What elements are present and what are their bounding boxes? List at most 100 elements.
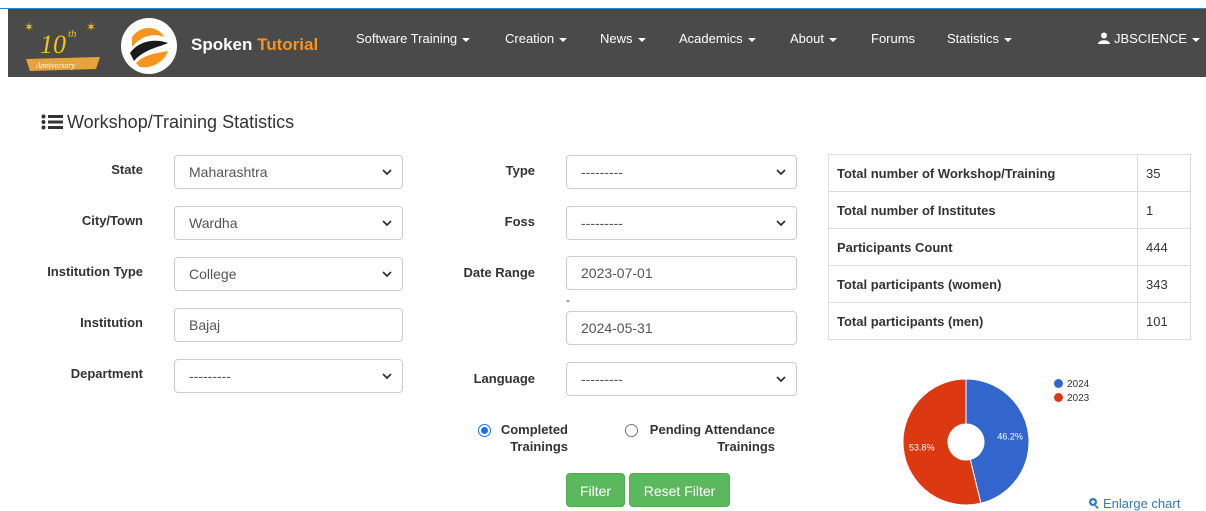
caret-down-icon [747, 37, 756, 42]
stat-label: Total number of Institutes [828, 191, 1138, 229]
chevron-down-icon [776, 169, 786, 176]
input-value: Bajaj [189, 317, 221, 333]
reset-filter-button[interactable]: Reset Filter [629, 473, 730, 507]
input-value: 2023-07-01 [581, 265, 653, 281]
table-row: Total participants (men) 101 [828, 302, 1191, 340]
caret-down-icon [1191, 37, 1200, 42]
nav-academics[interactable]: Academics [679, 31, 756, 46]
stat-label: Total participants (men) [828, 302, 1138, 340]
nav-label: Academics [679, 31, 743, 46]
department-select[interactable]: --------- [174, 359, 403, 393]
chart-legend: 2024 2023 [1054, 378, 1089, 406]
select-value: --------- [581, 215, 623, 231]
caret-down-icon [462, 37, 471, 42]
user-icon [1098, 32, 1110, 44]
chevron-down-icon [776, 376, 786, 383]
caret-down-icon [637, 37, 646, 42]
foss-select[interactable]: --------- [566, 206, 797, 240]
select-value: Maharashtra [189, 164, 268, 180]
chevron-down-icon [382, 169, 392, 176]
list-icon [41, 114, 63, 130]
institution-label: Institution [80, 315, 143, 330]
enlarge-chart-link[interactable]: Enlarge chart [1088, 496, 1180, 511]
user-name: JBSCIENCE [1114, 31, 1187, 46]
caret-down-icon [828, 37, 837, 42]
pie-data-label-2024: 46.2% [997, 432, 1023, 442]
firework-icon: ✶ [86, 20, 96, 34]
chevron-down-icon [776, 220, 786, 227]
nav-label: News [600, 31, 633, 46]
select-value: --------- [581, 164, 623, 180]
chevron-down-icon [382, 271, 392, 278]
pending-attendance-label[interactable]: Pending Attendance Trainings [642, 421, 775, 455]
pending-attendance-radio[interactable] [625, 424, 638, 437]
caret-down-icon [1004, 37, 1013, 42]
select-value: --------- [581, 371, 623, 387]
type-label: Type [505, 163, 535, 178]
date-range-label: Date Range [463, 265, 535, 280]
completed-trainings-label[interactable]: Completed Trainings [494, 421, 568, 455]
stat-value: 343 [1137, 265, 1191, 303]
state-label: State [111, 162, 143, 177]
anniversary-badge[interactable]: ✶ ✶ 10 th Anniversary [22, 17, 104, 77]
stat-label: Participants Count [828, 228, 1138, 266]
pie-data-label-2023: 53.8% [909, 442, 935, 452]
table-row: Total number of Institutes 1 [828, 191, 1191, 229]
city-select[interactable]: Wardha [174, 206, 403, 240]
radio-label-line: Trainings [717, 439, 775, 454]
radio-label-line: Completed [500, 422, 568, 437]
brand-title[interactable]: Spoken Tutorial [191, 35, 318, 55]
nav-user-menu[interactable]: JBSCIENCE [1098, 31, 1200, 46]
legend-item[interactable]: 2024 [1054, 378, 1089, 392]
legend-label: 2023 [1067, 393, 1090, 404]
table-row: Total number of Workshop/Training 35 [828, 154, 1191, 192]
table-row: Total participants (women) 343 [828, 265, 1191, 303]
enlarge-chart-label: Enlarge chart [1103, 496, 1181, 511]
nav-software-training[interactable]: Software Training [356, 31, 471, 46]
completed-trainings-radio[interactable] [478, 424, 491, 437]
chevron-down-icon [382, 373, 392, 380]
radio-label-line: Trainings [510, 439, 568, 454]
institution-type-select[interactable]: College [174, 257, 403, 291]
top-accent-line [0, 0, 1206, 9]
anniversary-number: 10 [40, 30, 66, 59]
spoken-tutorial-logo[interactable] [120, 17, 178, 75]
nav-label: Forums [871, 31, 916, 46]
anniversary-suffix: th [68, 28, 77, 40]
select-value: College [189, 266, 237, 282]
radio-label-line: Pending Attendance [649, 422, 775, 437]
stat-label: Total number of Workshop/Training [828, 154, 1138, 192]
input-value: 2024-05-31 [581, 320, 653, 336]
nav-about[interactable]: About [790, 31, 837, 46]
foss-label: Foss [504, 214, 535, 229]
city-label: City/Town [81, 213, 143, 228]
nav-news[interactable]: News [600, 31, 646, 46]
brand-title-part1: Spoken [191, 35, 258, 54]
nav-forums[interactable]: Forums [871, 31, 915, 46]
brand-title-part2: Tutorial [257, 35, 319, 54]
language-select[interactable]: --------- [566, 362, 797, 396]
page-title-text: Workshop/Training Statistics [67, 112, 295, 132]
department-label: Department [70, 366, 143, 381]
caret-down-icon [559, 37, 568, 42]
legend-item[interactable]: 2023 [1054, 392, 1089, 406]
institution-input[interactable]: Bajaj [174, 308, 403, 342]
date-range-separator: - [566, 293, 570, 307]
date-to-input[interactable]: 2024-05-31 [566, 311, 797, 345]
nav-statistics[interactable]: Statistics [947, 31, 1013, 46]
state-select[interactable]: Maharashtra [174, 155, 403, 189]
select-value: --------- [189, 368, 231, 384]
institution-type-label: Institution Type [47, 264, 143, 279]
type-select[interactable]: --------- [566, 155, 797, 189]
stat-value: 101 [1137, 302, 1191, 340]
stat-value: 35 [1137, 154, 1191, 192]
legend-marker [1054, 379, 1063, 388]
stats-table: Total number of Workshop/Training 35 Tota… [828, 154, 1191, 340]
zoom-in-icon [1089, 498, 1099, 509]
nav-creation[interactable]: Creation [505, 31, 568, 46]
filter-button[interactable]: Filter [566, 473, 625, 507]
nav-label: Software Training [356, 31, 458, 46]
participants-donut-chart[interactable]: 46.2% 53.8% [880, 370, 1080, 510]
anniversary-ribbon-text: Anniversary [35, 61, 76, 70]
date-from-input[interactable]: 2023-07-01 [566, 256, 797, 290]
